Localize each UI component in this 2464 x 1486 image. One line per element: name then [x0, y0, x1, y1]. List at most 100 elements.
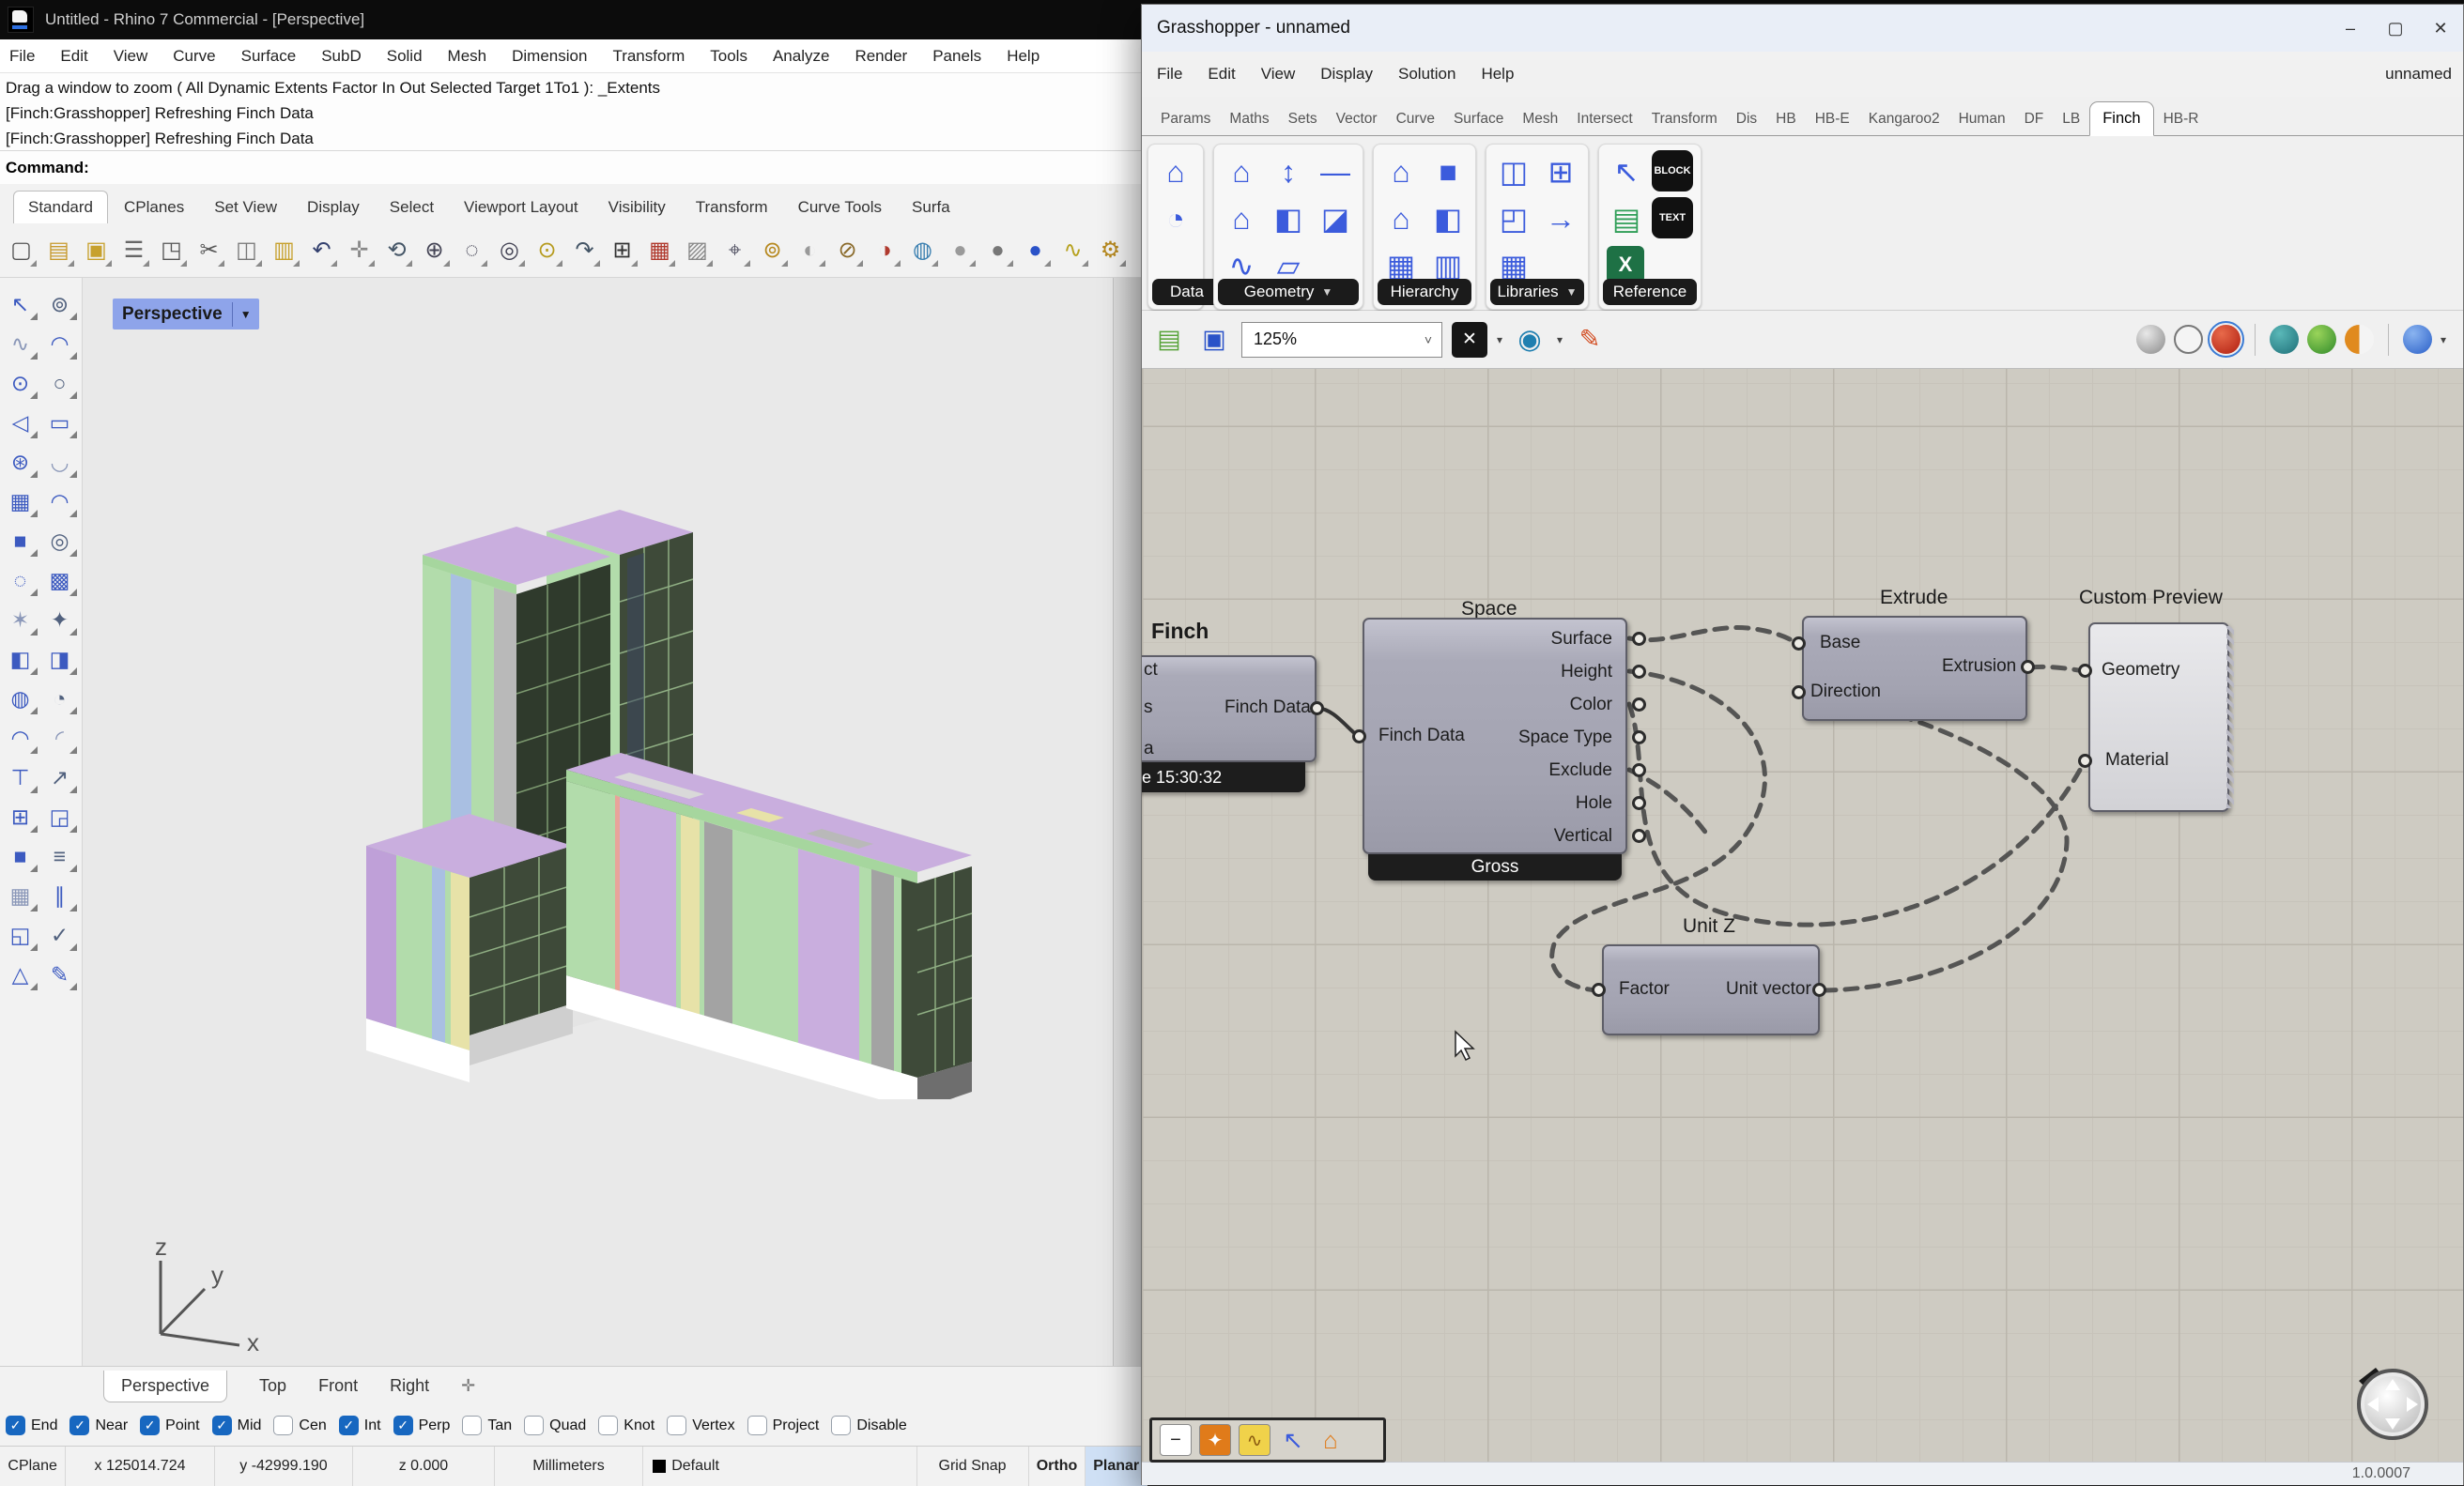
- checkbox-mid[interactable]: ✓: [212, 1416, 232, 1435]
- space-output-nub[interactable]: [1632, 697, 1646, 712]
- statusbar-layer[interactable]: Default: [643, 1447, 916, 1486]
- zoom-in-icon[interactable]: ⊕: [417, 232, 452, 269]
- gh-tab-lb[interactable]: LB: [2053, 103, 2089, 135]
- toolbar-tab-viewport-layout[interactable]: Viewport Layout: [450, 191, 593, 223]
- extrude-output-nub[interactable]: [2021, 660, 2035, 674]
- sidebar-tool-icon-33[interactable]: ✓: [41, 916, 79, 954]
- gh-tab-curve[interactable]: Curve: [1387, 103, 1444, 135]
- extrude-base-nub[interactable]: [1792, 636, 1806, 651]
- gh-tab-vector[interactable]: Vector: [1327, 103, 1387, 135]
- span-icon[interactable]: —: [1314, 150, 1357, 193]
- sidebar-tool-icon-24[interactable]: ⊤: [2, 758, 39, 796]
- space-input-label[interactable]: Finch Data: [1378, 726, 1465, 746]
- checkbox-project[interactable]: [747, 1416, 767, 1435]
- sidebar-tool-icon-9[interactable]: ◡: [41, 443, 79, 481]
- unit-z-factor-label[interactable]: Factor: [1619, 979, 1670, 1000]
- toolbar-tab-visibility[interactable]: Visibility: [594, 191, 680, 223]
- rhino-command-prompt[interactable]: Command:: [0, 151, 1147, 185]
- gh-menu-solution[interactable]: Solution: [1398, 65, 1455, 84]
- checkbox-perp[interactable]: ✓: [393, 1416, 413, 1435]
- gh-tab-hb-e[interactable]: HB-E: [1806, 103, 1859, 135]
- preview-caret[interactable]: ▾: [1557, 333, 1563, 346]
- osnap-cen[interactable]: Cen: [273, 1416, 326, 1435]
- sidebar-tool-icon-11[interactable]: ◠: [41, 483, 79, 520]
- toolbar-tab-cplanes[interactable]: CPlanes: [110, 191, 198, 223]
- osnap-near[interactable]: ✓Near: [69, 1416, 128, 1435]
- zoom-window-icon[interactable]: ◌: [454, 232, 489, 269]
- no-preview-icon[interactable]: [2136, 325, 2165, 354]
- viewport-tab-front[interactable]: Front: [318, 1376, 358, 1396]
- rhino-menu-render[interactable]: Render: [855, 47, 907, 66]
- mesh-edges-icon[interactable]: [2307, 325, 2336, 354]
- gh-menu-help[interactable]: Help: [1481, 65, 1514, 84]
- gh-tab-hb[interactable]: HB: [1766, 103, 1806, 135]
- building-data-icon[interactable]: ⌂: [1154, 150, 1197, 193]
- sidebar-tool-icon-16[interactable]: ✶: [2, 601, 39, 638]
- rhino-menu-mesh[interactable]: Mesh: [448, 47, 487, 66]
- toolbar-tab-curve-tools[interactable]: Curve Tools: [784, 191, 896, 223]
- viewport-title-dropdown[interactable]: Perspective ▼: [113, 299, 259, 329]
- osnap-disable[interactable]: Disable: [831, 1416, 906, 1435]
- gh-tab-kangaroo2[interactable]: Kangaroo2: [1859, 103, 1949, 135]
- maximize-button[interactable]: ▢: [2373, 5, 2418, 52]
- copy-icon[interactable]: ◫: [229, 232, 264, 269]
- space-output-nub[interactable]: [1632, 763, 1646, 777]
- panel-label-geometry[interactable]: Geometry▼: [1218, 279, 1359, 305]
- furniture-icon[interactable]: ◧: [1267, 197, 1310, 240]
- sidebar-tool-icon-31[interactable]: ∥: [41, 877, 79, 914]
- gh-tab-df[interactable]: DF: [2015, 103, 2054, 135]
- markov-widget-icon[interactable]: ⌂: [1316, 1425, 1346, 1455]
- sidebar-tool-icon-29[interactable]: ≡: [41, 837, 79, 875]
- shaded-sphere-icon[interactable]: ●: [943, 232, 978, 269]
- lamp-icon[interactable]: ◐: [793, 232, 827, 269]
- finch-input-fragment[interactable]: a: [1144, 739, 1154, 759]
- rhino-menu-transform[interactable]: Transform: [612, 47, 685, 66]
- unit-z-output-label[interactable]: Unit vector: [1726, 979, 1811, 1000]
- zoom-selected-icon[interactable]: ⊙: [530, 232, 564, 269]
- rhino-menu-analyze[interactable]: Analyze: [773, 47, 829, 66]
- zoom-extents-icon[interactable]: ◎: [492, 232, 527, 269]
- selected-only-preview-icon[interactable]: [2270, 325, 2299, 354]
- lock-icon[interactable]: ⊘: [830, 232, 865, 269]
- gh-menu-display[interactable]: Display: [1320, 65, 1373, 84]
- gh-tab-intersect[interactable]: Intersect: [1567, 103, 1641, 135]
- osnap-perp[interactable]: ✓Perp: [393, 1416, 451, 1435]
- checkbox-int[interactable]: ✓: [339, 1416, 359, 1435]
- color-wheel-icon[interactable]: ◍: [905, 232, 940, 269]
- zoom-level-select[interactable]: 125% ˅: [1241, 322, 1442, 358]
- rhino-menu-subd[interactable]: SubD: [321, 47, 362, 66]
- sidebar-tool-icon-30[interactable]: ▦: [2, 877, 39, 914]
- gh-tab-mesh[interactable]: Mesh: [1513, 103, 1567, 135]
- sidebar-tool-icon-35[interactable]: ✎: [41, 956, 79, 993]
- pie-chart-icon[interactable]: ◔: [1154, 197, 1197, 240]
- osnap-tan[interactable]: Tan: [462, 1416, 512, 1435]
- toolbar-tab-transform[interactable]: Transform: [682, 191, 782, 223]
- gh-tab-surface[interactable]: Surface: [1444, 103, 1513, 135]
- minimize-button[interactable]: –: [2328, 5, 2373, 52]
- space-gross-bar[interactable]: Gross: [1368, 854, 1622, 881]
- custom-preview-geometry-label[interactable]: Geometry: [2102, 660, 2179, 681]
- gh-menu-file[interactable]: File: [1157, 65, 1182, 84]
- rhino-menu-tools[interactable]: Tools: [710, 47, 747, 66]
- gh-menu-edit[interactable]: Edit: [1208, 65, 1235, 84]
- gh-tab-sets[interactable]: Sets: [1279, 103, 1327, 135]
- shaded-preview-icon[interactable]: [2211, 325, 2241, 354]
- statusbar-planar[interactable]: Planar: [1086, 1447, 1147, 1486]
- finch-input-fragment[interactable]: ct: [1144, 660, 1158, 681]
- extrude-base-label[interactable]: Base: [1820, 633, 1860, 653]
- perspective-viewport[interactable]: Perspective ▼: [83, 278, 1113, 1366]
- mass-icon[interactable]: ⌂: [1379, 150, 1423, 193]
- checkbox-quad[interactable]: [524, 1416, 544, 1435]
- wireframe-preview-icon[interactable]: [2174, 325, 2203, 354]
- toolbar-tab-display[interactable]: Display: [293, 191, 374, 223]
- open-document-icon[interactable]: ▤: [1151, 322, 1187, 358]
- building-model[interactable]: [310, 442, 1061, 1099]
- space-output-hole[interactable]: Hole: [1508, 787, 1627, 820]
- sidebar-tool-icon-0[interactable]: ↖: [2, 285, 39, 323]
- zoom-extents-button[interactable]: ✕: [1452, 322, 1487, 358]
- rhino-menu-panels[interactable]: Panels: [932, 47, 981, 66]
- gh-tab-hb-r[interactable]: HB-R: [2154, 103, 2209, 135]
- curve-tool-icon[interactable]: ∿: [1055, 232, 1090, 269]
- grasshopper-canvas[interactable]: Finch Finch ct s a Finch Data ne 15:30:3…: [1142, 369, 2463, 1463]
- sidebar-tool-icon-34[interactable]: △: [2, 956, 39, 993]
